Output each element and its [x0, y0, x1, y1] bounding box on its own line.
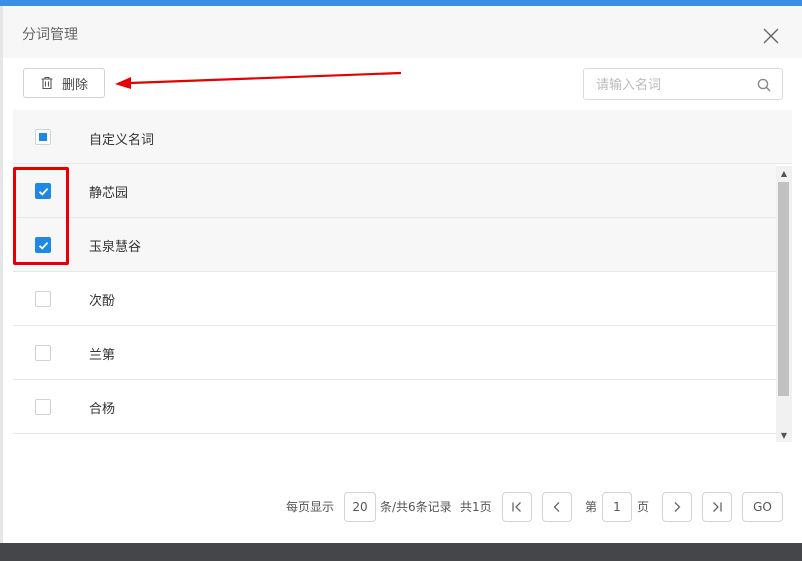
table-row[interactable]: 合杨 — [13, 380, 776, 434]
prev-page-button[interactable] — [542, 492, 572, 522]
column-header-custom-term: 自定义名词 — [89, 133, 155, 148]
last-page-icon — [710, 500, 724, 514]
row-label: 合杨 — [89, 402, 116, 417]
next-page-icon — [670, 500, 684, 514]
table-body: 静芯园 玉泉慧谷 次酚 兰第 合杨 — [13, 164, 776, 436]
window-bottom-bar — [0, 543, 802, 561]
row-label: 静芯园 — [89, 186, 129, 201]
search-input[interactable] — [594, 69, 748, 101]
records-count-text: 条/共6条记录 — [380, 500, 452, 514]
trash-icon — [40, 76, 54, 90]
pagination: 每页显示 20 条/共6条记录 共1页 第 1 页 GO — [3, 492, 802, 522]
scroll-thumb[interactable] — [778, 182, 789, 396]
table-row[interactable]: 次酚 — [13, 272, 776, 326]
row-label: 玉泉慧谷 — [89, 240, 142, 255]
dialog-title: 分词管理 — [22, 27, 78, 43]
close-icon[interactable] — [761, 26, 781, 46]
search-icon[interactable] — [756, 77, 772, 93]
scroll-down-arrow-icon[interactable]: ▼ — [776, 428, 792, 442]
prev-page-icon — [550, 500, 564, 514]
page-prefix: 第 — [585, 500, 598, 514]
current-page-input[interactable]: 1 — [602, 492, 632, 522]
row-checkbox[interactable] — [35, 399, 51, 415]
table-row[interactable]: 兰第 — [13, 326, 776, 380]
delete-button[interactable]: 删除 — [23, 68, 105, 98]
next-page-button[interactable] — [662, 492, 692, 522]
row-checkbox[interactable] — [35, 345, 51, 361]
delete-button-label: 删除 — [61, 77, 88, 93]
row-label: 兰第 — [89, 348, 116, 363]
row-label: 次酚 — [89, 294, 116, 309]
select-all-checkbox[interactable] — [35, 129, 51, 145]
dialog-header: 分词管理 — [3, 6, 802, 58]
per-page-prefix: 每页显示 — [286, 500, 335, 514]
word-segmentation-dialog: 分词管理 删除 自定义名词 — [3, 6, 802, 543]
table-row[interactable]: 静芯园 — [13, 164, 776, 218]
search-box — [583, 68, 783, 101]
per-page-input[interactable]: 20 — [344, 492, 376, 522]
row-checkbox[interactable] — [35, 183, 51, 199]
row-checkbox[interactable] — [35, 291, 51, 307]
first-page-button[interactable] — [502, 492, 532, 522]
table-header: 自定义名词 — [13, 110, 792, 164]
first-page-icon — [510, 500, 524, 514]
table-row[interactable]: 玉泉慧谷 — [13, 218, 776, 272]
last-page-button[interactable] — [702, 492, 732, 522]
row-checkbox[interactable] — [35, 237, 51, 253]
table-scrollbar[interactable]: ▲ ▼ — [776, 166, 792, 442]
go-button[interactable]: GO — [742, 492, 783, 522]
page-suffix: 页 — [637, 500, 650, 514]
total-pages-text: 共1页 — [460, 500, 492, 514]
scroll-up-arrow-icon[interactable]: ▲ — [776, 166, 792, 180]
